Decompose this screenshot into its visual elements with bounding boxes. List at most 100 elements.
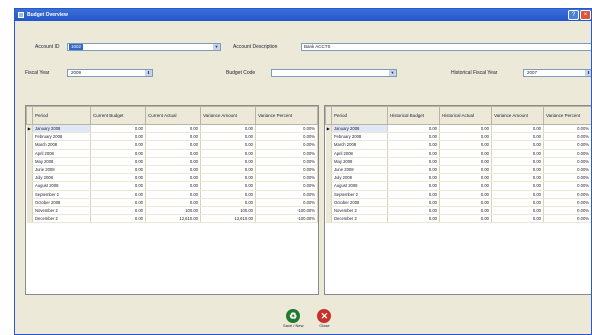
value-cell[interactable]: 0.00 [491, 149, 544, 158]
value-cell[interactable]: 0.00 [439, 140, 492, 150]
period-cell[interactable]: June 2008 [32, 165, 91, 175]
value-cell[interactable]: 0.00% [255, 181, 318, 191]
value-cell[interactable]: 0.00 [200, 124, 256, 134]
value-cell[interactable]: 0.00 [145, 124, 201, 134]
period-cell[interactable]: November 2 [331, 206, 388, 216]
value-cell[interactable]: 0.00 [90, 132, 146, 142]
table-row[interactable]: April 2008 0.00 0.00 0.00 0.00% [26, 149, 318, 158]
value-cell[interactable]: 0.00 [90, 149, 146, 158]
value-cell[interactable]: 0.00% [255, 149, 318, 158]
table-row[interactable]: May 2008 0.00 0.00 0.00 0.00% [325, 157, 591, 166]
value-cell[interactable]: -100.00% [255, 214, 318, 224]
period-cell[interactable]: April 2008 [331, 149, 388, 158]
value-cell[interactable]: 0.00 [90, 124, 146, 134]
value-cell[interactable]: 0.00% [543, 190, 591, 199]
period-cell[interactable]: May 2008 [331, 157, 388, 166]
column-header[interactable]: Variance Amount [200, 106, 256, 125]
value-cell[interactable]: 0.00 [387, 198, 440, 207]
value-cell[interactable]: 0.00 [200, 173, 256, 183]
fiscal-year-spinner[interactable]: 2009 ⬍ [67, 69, 153, 77]
period-cell[interactable]: September 2 [331, 190, 388, 199]
column-header[interactable]: Period [32, 106, 91, 125]
table-row[interactable]: ▶ January 2008 0.00 0.00 0.00 0.00% [325, 124, 591, 134]
value-cell[interactable]: 0.00% [255, 190, 318, 199]
period-cell[interactable]: October 2008 [331, 198, 388, 207]
table-row[interactable]: September 2 0.00 0.00 0.00 0.00% [26, 190, 318, 199]
value-cell[interactable]: 0.00 [439, 214, 492, 224]
value-cell[interactable]: 0.00 [90, 206, 146, 216]
column-header[interactable]: Current Budget [90, 106, 146, 125]
table-row[interactable]: August 2008 0.00 0.00 0.00 0.00% [26, 181, 318, 191]
value-cell[interactable]: 0.00 [90, 157, 146, 166]
value-cell[interactable]: -100.00% [255, 206, 318, 216]
value-cell[interactable]: 0.00 [439, 181, 492, 191]
column-header[interactable]: Historical Actual [439, 106, 492, 125]
value-cell[interactable]: 0.00 [200, 181, 256, 191]
value-cell[interactable]: 0.00 [491, 181, 544, 191]
chevron-down-icon[interactable]: ▼ [389, 70, 396, 76]
value-cell[interactable]: 0.00% [255, 132, 318, 142]
value-cell[interactable]: 0.00 [90, 181, 146, 191]
period-cell[interactable]: October 2008 [32, 198, 91, 207]
value-cell[interactable]: 0.00 [491, 214, 544, 224]
value-cell[interactable]: 0.00 [200, 157, 256, 166]
table-row[interactable]: May 2008 0.00 0.00 0.00 0.00% [26, 157, 318, 166]
period-cell[interactable]: June 2008 [331, 165, 388, 175]
value-cell[interactable]: 0.00% [543, 157, 591, 166]
value-cell[interactable]: 0.00 [439, 206, 492, 216]
value-cell[interactable]: 0.00 [145, 165, 201, 175]
value-cell[interactable]: 0.00 [145, 149, 201, 158]
value-cell[interactable]: 0.00 [439, 124, 492, 134]
value-cell[interactable]: 0.00 [439, 165, 492, 175]
value-cell[interactable]: 0.00 [200, 165, 256, 175]
value-cell[interactable]: 0.00 [387, 214, 440, 224]
value-cell[interactable]: 0.00 [439, 198, 492, 207]
value-cell[interactable]: 0.00 [387, 132, 440, 142]
table-row[interactable]: August 2008 0.00 0.00 0.00 0.00% [325, 181, 591, 191]
value-cell[interactable]: 100.00 [200, 206, 256, 216]
value-cell[interactable]: 0.00 [491, 140, 544, 150]
table-row[interactable]: September 2 0.00 0.00 0.00 0.00% [325, 190, 591, 199]
value-cell[interactable]: 0.00 [491, 198, 544, 207]
value-cell[interactable]: 12,610.00 [200, 214, 256, 224]
value-cell[interactable]: 0.00 [491, 157, 544, 166]
period-cell[interactable]: April 2008 [32, 149, 91, 158]
value-cell[interactable]: 0.00 [491, 132, 544, 142]
period-cell[interactable]: May 2008 [32, 157, 91, 166]
value-cell[interactable]: 0.00% [255, 157, 318, 166]
table-row[interactable]: March 2008 0.00 0.00 0.00 0.00% [325, 140, 591, 150]
value-cell[interactable]: 0.00 [387, 157, 440, 166]
value-cell[interactable]: 0.00 [145, 198, 201, 207]
close-icon[interactable]: ✕ [317, 309, 332, 323]
table-row[interactable]: December 2 0.00 0.00 0.00 0.00% [325, 214, 591, 224]
hist-year-spinner[interactable]: 2007 ⬍ [523, 69, 591, 77]
value-cell[interactable]: 0.00 [439, 173, 492, 183]
value-cell[interactable]: 0.00 [387, 149, 440, 158]
value-cell[interactable]: 0.00% [543, 140, 591, 150]
column-header[interactable]: Period [331, 106, 388, 125]
value-cell[interactable]: 0.00 [90, 214, 146, 224]
column-header[interactable]: Variance Percent [543, 106, 591, 125]
value-cell[interactable]: 0.00 [439, 157, 492, 166]
recycle-icon[interactable]: ♻ [286, 309, 301, 323]
value-cell[interactable]: 0.00 [90, 190, 146, 199]
value-cell[interactable]: 0.00% [543, 181, 591, 191]
table-row[interactable]: February 2008 0.00 0.00 0.00 0.00% [26, 132, 318, 142]
period-cell[interactable]: July 2008 [32, 173, 91, 183]
value-cell[interactable]: 0.00 [90, 140, 146, 150]
value-cell[interactable]: 0.00 [145, 181, 201, 191]
value-cell[interactable]: 0.00 [200, 140, 256, 150]
column-header[interactable]: Current Actual [145, 106, 201, 125]
value-cell[interactable]: 100.00 [145, 206, 201, 216]
save-new-button[interactable]: ♻ Save / New [283, 309, 303, 329]
value-cell[interactable]: 0.00 [387, 206, 440, 216]
period-cell[interactable]: December 2 [331, 214, 388, 224]
period-cell[interactable]: July 2008 [331, 173, 388, 183]
period-cell[interactable]: January 2008 [32, 124, 91, 134]
value-cell[interactable]: 0.00% [543, 214, 591, 224]
value-cell[interactable]: 0.00 [491, 124, 544, 134]
period-cell[interactable]: March 2008 [331, 140, 388, 150]
table-row[interactable]: March 2008 0.00 0.00 0.00 0.00% [26, 140, 318, 150]
value-cell[interactable]: 0.00 [387, 124, 440, 134]
table-row[interactable]: November 2 0.00 100.00 100.00 -100.00% [26, 206, 318, 216]
